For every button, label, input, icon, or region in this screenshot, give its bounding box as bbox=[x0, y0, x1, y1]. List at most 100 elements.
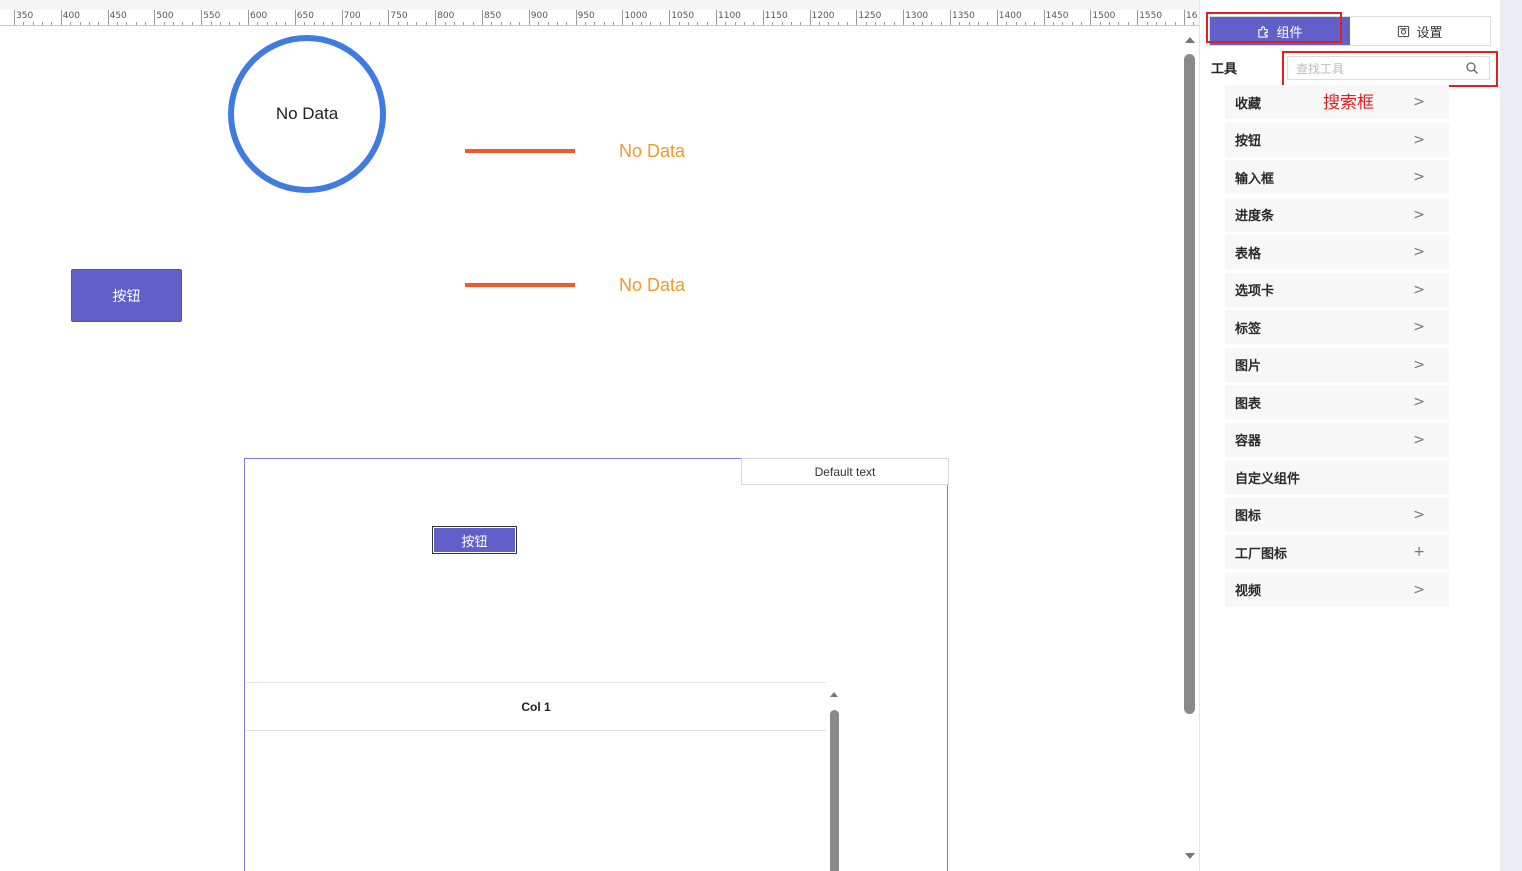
ruler-label: 900 bbox=[530, 11, 548, 21]
container-table[interactable]: Col 1 bbox=[246, 682, 826, 871]
line-indicator-1-text: No Data bbox=[619, 141, 686, 161]
ruler-label: 950 bbox=[577, 11, 595, 21]
ruler-minor-tick bbox=[1118, 22, 1120, 25]
circle-progress[interactable]: No Data bbox=[228, 35, 386, 193]
ruler-minor-tick bbox=[238, 22, 240, 25]
ruler-minor-tick bbox=[959, 22, 961, 25]
ruler-label: 350 bbox=[16, 11, 34, 21]
tool-category-label: 图片 bbox=[1235, 359, 1262, 374]
container-button[interactable]: 按钮 bbox=[432, 526, 517, 554]
ruler-minor-tick bbox=[875, 22, 877, 25]
tool-category-item[interactable]: 容器 > bbox=[1225, 422, 1449, 457]
ruler-label: 1300 bbox=[905, 11, 929, 21]
ruler-minor-tick bbox=[219, 22, 221, 25]
tool-category-item[interactable]: 进度条 > bbox=[1225, 197, 1449, 232]
line-indicator-1[interactable] bbox=[465, 149, 575, 153]
ruler-major-tick bbox=[809, 10, 811, 25]
tool-category-label: 工厂图标 bbox=[1235, 546, 1288, 562]
tab-settings[interactable]: 设置 bbox=[1350, 17, 1490, 45]
table-scrollbar[interactable] bbox=[827, 682, 841, 871]
ruler-minor-tick bbox=[98, 22, 100, 25]
ruler-minor-tick bbox=[631, 22, 633, 25]
tool-category-label: 表格 bbox=[1235, 246, 1262, 262]
ruler-minor-tick bbox=[790, 22, 792, 25]
ruler-label: 1450 bbox=[1045, 11, 1069, 21]
tool-category-item[interactable]: 选项卡 > bbox=[1225, 272, 1449, 307]
ruler-minor-tick bbox=[584, 22, 586, 25]
ruler-minor-tick bbox=[678, 22, 680, 25]
ruler-label: 750 bbox=[390, 11, 408, 21]
ruler-minor-tick bbox=[800, 22, 802, 25]
tool-category-item[interactable]: 输入框 > bbox=[1225, 160, 1449, 194]
ruler-label: 800 bbox=[437, 11, 455, 21]
tool-category-item[interactable]: 图标 > bbox=[1225, 497, 1449, 532]
ruler-minor-tick bbox=[781, 22, 783, 25]
chevron-right-icon: > bbox=[1413, 206, 1425, 223]
canvas-button[interactable]: 按钮 bbox=[71, 269, 182, 322]
scroll-up-arrow-icon[interactable] bbox=[1185, 37, 1195, 43]
ruler-minor-tick bbox=[191, 22, 193, 25]
ruler-minor-tick bbox=[360, 22, 362, 25]
scroll-down-arrow-icon[interactable] bbox=[1185, 853, 1195, 859]
ruler-label: 1200 bbox=[811, 11, 835, 21]
ruler-minor-tick bbox=[603, 22, 605, 25]
tool-category-label: 容器 bbox=[1235, 434, 1262, 449]
canvas-scrollbar[interactable] bbox=[1180, 27, 1199, 871]
tool-category-item[interactable]: 按钮 > bbox=[1225, 122, 1449, 157]
ruler-minor-tick bbox=[257, 22, 259, 25]
ruler-major-tick bbox=[1137, 10, 1139, 25]
tool-category-item[interactable]: 表格 > bbox=[1225, 235, 1449, 269]
ruler-minor-tick bbox=[706, 22, 708, 25]
tool-category-item[interactable]: 视频 > bbox=[1225, 572, 1449, 607]
ruler-minor-tick bbox=[42, 22, 44, 25]
chevron-right-icon: > bbox=[1413, 581, 1425, 598]
plus-icon: + bbox=[1413, 544, 1425, 560]
ruler-minor-tick bbox=[968, 22, 970, 25]
tool-category-item[interactable]: 图片 > bbox=[1225, 347, 1449, 382]
table-header-col-1[interactable]: Col 1 bbox=[246, 683, 826, 731]
ruler-minor-tick bbox=[921, 22, 923, 25]
ruler-label: 1550 bbox=[1139, 11, 1163, 21]
tools-label: 工具 bbox=[1211, 62, 1238, 77]
tab-settings-label: 设置 bbox=[1416, 25, 1443, 41]
table-scroll-thumb[interactable] bbox=[830, 710, 839, 871]
scroll-up-arrow-icon[interactable] bbox=[830, 692, 838, 697]
ruler-major-tick bbox=[903, 10, 905, 25]
ruler-minor-tick bbox=[1146, 22, 1148, 25]
ruler-major-tick bbox=[201, 10, 203, 25]
ruler-minor-tick bbox=[1155, 22, 1157, 25]
chevron-right-icon: > bbox=[1413, 281, 1425, 298]
canvas-container[interactable]: Default text 按钮 Col 1 bbox=[244, 458, 949, 871]
ruler-major-tick bbox=[341, 10, 343, 25]
ruler-minor-tick bbox=[837, 22, 839, 25]
design-canvas[interactable]: No Data No Data No Data 按钮 Default text … bbox=[0, 27, 1180, 871]
tool-category-item[interactable]: 自定义组件 bbox=[1225, 460, 1449, 494]
ruler-minor-tick bbox=[453, 22, 455, 25]
chevron-right-icon: > bbox=[1413, 169, 1425, 185]
canvas-scroll-thumb[interactable] bbox=[1184, 54, 1195, 714]
ruler-major-tick bbox=[528, 10, 530, 25]
ruler-minor-tick bbox=[182, 22, 184, 25]
ruler-minor-tick bbox=[884, 22, 886, 25]
ruler-minor-tick bbox=[847, 22, 849, 25]
ruler-label: 1100 bbox=[718, 11, 741, 21]
tool-category-item[interactable]: 图表 > bbox=[1225, 385, 1449, 419]
ruler-minor-tick bbox=[210, 22, 212, 25]
container-tab-label[interactable]: Default text bbox=[741, 458, 949, 485]
ruler-major-tick bbox=[669, 10, 671, 25]
ruler-minor-tick bbox=[1193, 22, 1195, 25]
tool-category-item[interactable]: 标签 > bbox=[1225, 310, 1449, 344]
ruler-minor-tick bbox=[444, 22, 446, 25]
ruler-minor-tick bbox=[126, 22, 128, 25]
ruler-major-tick bbox=[996, 10, 998, 25]
ruler-label: 1350 bbox=[952, 11, 975, 21]
ruler-minor-tick bbox=[463, 22, 465, 25]
settings-icon bbox=[1398, 25, 1410, 37]
ruler-minor-tick bbox=[379, 22, 381, 25]
ruler-major-tick bbox=[482, 10, 483, 25]
tool-category-item[interactable]: 工厂图标 + bbox=[1225, 535, 1449, 569]
line-indicator-2[interactable] bbox=[465, 283, 575, 287]
ruler-minor-tick bbox=[1165, 22, 1167, 25]
ruler-label: 1050 bbox=[671, 11, 695, 21]
ruler-label: 500 bbox=[156, 11, 174, 21]
